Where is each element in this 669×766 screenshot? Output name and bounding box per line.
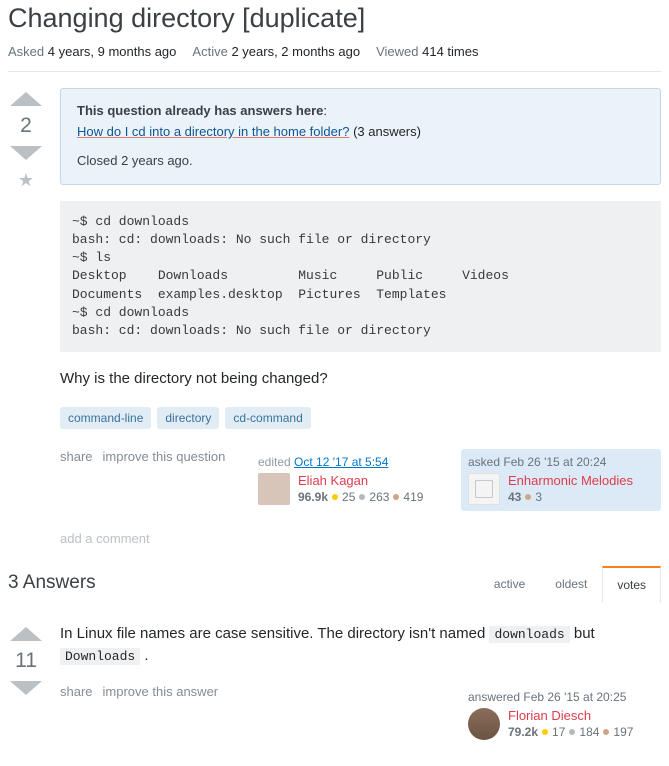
edit-timestamp[interactable]: Oct 12 '17 at 5:54 [294, 455, 388, 469]
avatar[interactable] [258, 473, 290, 505]
bronze-count: 419 [403, 490, 423, 504]
inline-code: Downloads [60, 648, 140, 665]
gold-badge-icon [332, 494, 338, 500]
active-value: 2 years, 2 months ago [231, 44, 360, 59]
viewed-label: Viewed [376, 44, 418, 59]
question-post: 2 ★ This question already has answers he… [8, 88, 661, 565]
viewed-value: 414 times [422, 44, 478, 59]
post-menu: share improve this question [60, 449, 225, 464]
avatar[interactable] [468, 708, 500, 740]
answerer-name[interactable]: Florian Diesch [508, 708, 633, 723]
tab-active[interactable]: active [479, 566, 540, 603]
downvote-icon[interactable] [8, 679, 44, 699]
question-meta: Asked 4 years, 9 months ago Active 2 yea… [8, 44, 661, 59]
active-label: Active [192, 44, 227, 59]
tag-list: command-line directory cd-command [60, 407, 661, 429]
answer-action: answered [468, 690, 520, 704]
editor-name[interactable]: Eliah Kagan [298, 473, 423, 488]
gold-count: 17 [552, 725, 565, 739]
code-block: ~$ cd downloads bash: cd: downloads: No … [60, 201, 661, 352]
downvote-icon[interactable] [8, 144, 44, 164]
answer-text-3: . [140, 647, 148, 664]
tab-votes[interactable]: votes [602, 566, 661, 603]
silver-badge-icon [359, 494, 365, 500]
answer-owner-signature: answered Feb 26 '15 at 20:25 Florian Die… [461, 684, 661, 746]
answers-heading: 3 Answers [8, 572, 96, 594]
owner-rep: 43 [508, 490, 521, 504]
answer-timestamp: Feb 26 '15 at 20:25 [523, 690, 626, 704]
vote-cell: 2 ★ [8, 88, 44, 565]
gold-badge-icon [542, 729, 548, 735]
silver-count: 263 [369, 490, 389, 504]
edit-action: edited [258, 455, 291, 469]
silver-badge-icon [569, 729, 575, 735]
answer-prose: In Linux file names are case sensitive. … [60, 623, 661, 668]
add-comment-link[interactable]: add a comment [60, 531, 661, 546]
divider [8, 71, 661, 72]
closed-line: Closed 2 years ago. [77, 151, 644, 172]
editor-signature: edited Oct 12 '17 at 5:54 Eliah Kagan 96… [251, 449, 451, 511]
answer-post: 11 In Linux file names are case sensitiv… [8, 623, 661, 766]
owner-name[interactable]: Enharmonic Melodies [508, 473, 633, 488]
vote-count: 2 [20, 114, 32, 138]
tag[interactable]: command-line [60, 407, 151, 429]
notice-heading: This question already has answers here [77, 103, 323, 118]
editor-rep: 96.9k [298, 490, 328, 504]
tab-oldest[interactable]: oldest [540, 566, 602, 603]
post-menu: share improve this answer [60, 684, 218, 699]
upvote-icon[interactable] [8, 623, 44, 643]
bronze-count: 3 [535, 490, 542, 504]
bronze-badge-icon [393, 494, 399, 500]
asked-label: Asked [8, 44, 44, 59]
question-prose: Why is the directory not being changed? [60, 368, 661, 391]
answer-text-2: but [570, 625, 595, 642]
owner-signature: asked Feb 26 '15 at 20:24 Enharmonic Mel… [461, 449, 661, 511]
bronze-count: 197 [613, 725, 633, 739]
vote-cell: 11 [8, 623, 44, 766]
question-title[interactable]: Changing directory [duplicate] [8, 0, 661, 36]
duplicate-count: (3 answers) [353, 124, 421, 139]
improve-link[interactable]: improve this question [103, 449, 226, 464]
ask-timestamp: Feb 26 '15 at 20:24 [503, 455, 606, 469]
bronze-badge-icon [525, 494, 531, 500]
tag[interactable]: cd-command [225, 407, 310, 429]
duplicate-notice: This question already has answers here: … [60, 88, 661, 184]
duplicate-link[interactable]: How do I cd into a directory in the home… [77, 124, 349, 139]
share-link[interactable]: share [60, 684, 93, 699]
favorite-star-icon[interactable]: ★ [18, 170, 34, 191]
upvote-icon[interactable] [8, 88, 44, 108]
ask-action: asked [468, 455, 500, 469]
avatar[interactable] [468, 473, 500, 505]
asked-value: 4 years, 9 months ago [48, 44, 177, 59]
tag[interactable]: directory [157, 407, 219, 429]
answer-text-1: In Linux file names are case sensitive. … [60, 625, 489, 642]
silver-count: 184 [579, 725, 599, 739]
sort-tabs: active oldest votes [479, 566, 661, 603]
improve-link[interactable]: improve this answer [103, 684, 219, 699]
answerer-rep: 79.2k [508, 725, 538, 739]
vote-count: 11 [15, 649, 37, 673]
gold-count: 25 [342, 490, 355, 504]
bronze-badge-icon [603, 729, 609, 735]
inline-code: downloads [489, 626, 569, 643]
share-link[interactable]: share [60, 449, 93, 464]
